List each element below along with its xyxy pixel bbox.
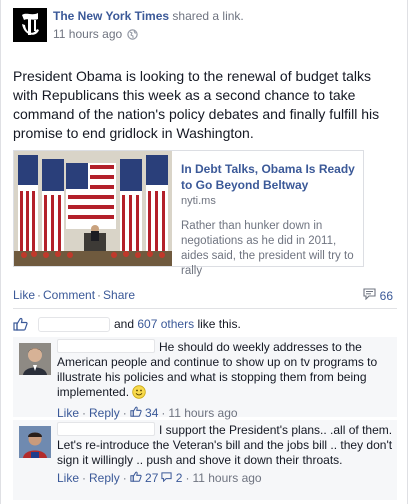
separator-dot: · — [97, 288, 102, 302]
smiley-icon — [132, 385, 147, 403]
post-header: The New York Times shared a link. 11 hou… — [13, 8, 397, 44]
separator-dot: · — [82, 406, 87, 420]
comment-body: I support the President's plans.. .all o… — [57, 422, 393, 486]
link-text: In Debt Talks, Obama Is Ready to Go Beyo… — [181, 161, 361, 279]
likes-summary: and 607 others like this. — [13, 312, 397, 336]
likes-others-link[interactable]: 607 others — [137, 317, 194, 331]
like-thumb-icon — [130, 471, 142, 482]
comment-reply-link[interactable]: Reply — [89, 471, 120, 486]
poster-name[interactable]: The New York Times — [53, 9, 169, 23]
like-thumb-icon — [130, 406, 142, 417]
comment-item: I support the President's plans.. .all o… — [13, 420, 397, 500]
liker-name-redacted[interactable] — [38, 316, 110, 332]
comment-bubble-icon — [363, 288, 376, 303]
comment-link[interactable]: Comment — [43, 288, 95, 302]
shared-label: shared a link. — [172, 9, 244, 23]
link-preview[interactable]: In Debt Talks, Obama Is Ready to Go Beyo… — [13, 150, 364, 277]
commenter-name-redacted[interactable] — [57, 339, 155, 353]
separator-dot: · — [185, 471, 190, 485]
comment-meta: Like · Reply · 34 · 11 hours ago — [57, 406, 393, 421]
comment-meta: Like · Reply · 27 2 · 11 hours ago — [57, 471, 393, 486]
nyt-t-icon — [22, 13, 39, 35]
comment-count-value: 66 — [379, 288, 393, 303]
post-meta: 11 hours ago — [53, 27, 244, 41]
comment-like-link[interactable]: Like — [57, 471, 79, 486]
separator-dot: · — [161, 406, 166, 420]
divider — [13, 308, 397, 309]
comment-reply-link[interactable]: Reply — [89, 406, 120, 421]
separator-dot: · — [37, 288, 42, 302]
commenter-avatar[interactable] — [19, 343, 51, 375]
likes-and: and — [114, 317, 135, 331]
reply-bubble-icon — [161, 472, 172, 483]
likes-suffix: like this. — [197, 317, 241, 331]
comment-like-count-value: 27 — [145, 471, 159, 485]
comment-like-count-value: 34 — [145, 406, 159, 420]
comment-item: He should do weekly addresses to the Ame… — [13, 337, 397, 420]
comment-timestamp[interactable]: 11 hours ago — [168, 406, 237, 421]
globe-icon[interactable] — [127, 28, 138, 40]
link-description: Rather than hunker down in negotiations … — [181, 220, 354, 277]
post-message: President Obama is looking to the renewa… — [13, 68, 380, 141]
like-thumb-icon — [13, 317, 28, 331]
post-card: The New York Times shared a link. 11 hou… — [0, 0, 408, 504]
link-domain: nyti.ms — [181, 195, 216, 207]
header-text: The New York Times shared a link. 11 hou… — [53, 9, 244, 41]
comment-like-count[interactable]: 34 — [130, 406, 159, 421]
comment-replies-count-value: 2 — [175, 471, 183, 485]
separator-dot: · — [82, 471, 87, 485]
share-link[interactable]: Share — [103, 288, 135, 302]
like-link[interactable]: Like — [13, 288, 35, 302]
comment-replies-count[interactable]: 2 — [161, 471, 182, 486]
commenter-name-redacted[interactable] — [57, 422, 155, 436]
commenter-avatar[interactable] — [19, 426, 51, 458]
post-actions: Like · Comment · Share 66 — [13, 288, 397, 303]
comment-like-count[interactable]: 27 — [130, 471, 159, 486]
link-thumbnail[interactable] — [14, 151, 172, 266]
comment-timestamp[interactable]: 11 hours ago — [192, 471, 261, 486]
separator-dot: · — [122, 471, 127, 485]
post-timestamp[interactable]: 11 hours ago — [53, 27, 122, 41]
comment-body: He should do weekly addresses to the Ame… — [57, 339, 393, 421]
separator-dot: · — [122, 406, 127, 420]
comment-like-link[interactable]: Like — [57, 406, 79, 421]
nyt-logo[interactable] — [13, 8, 47, 42]
link-title[interactable]: In Debt Talks, Obama Is Ready to Go Beyo… — [181, 161, 361, 193]
comment-count[interactable]: 66 — [363, 288, 393, 303]
